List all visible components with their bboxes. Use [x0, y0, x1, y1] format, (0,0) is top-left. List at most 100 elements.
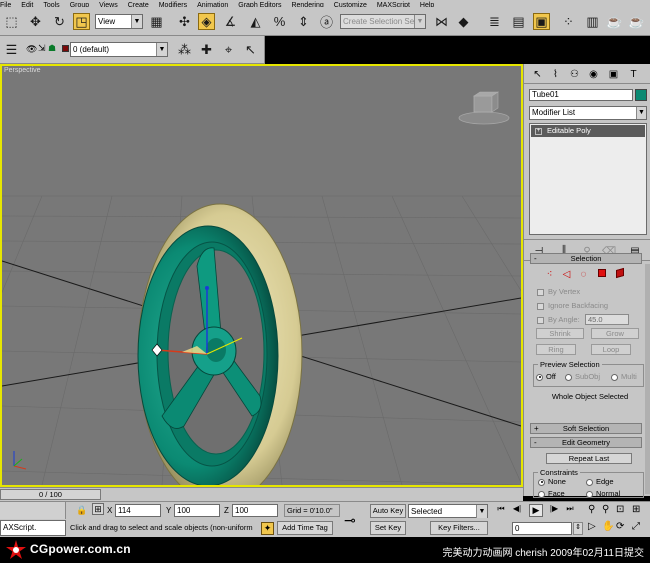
- constraint-none-radio[interactable]: None: [538, 477, 566, 486]
- set-current-layer-icon[interactable]: ↖: [242, 41, 259, 58]
- arc-rotate-icon[interactable]: ⟳: [616, 521, 624, 532]
- render-frame-icon[interactable]: ☕: [606, 13, 623, 30]
- zoom-extents-all-icon[interactable]: ⊞: [632, 504, 640, 515]
- schematic-view-icon[interactable]: ▣: [533, 13, 550, 30]
- constraint-face-radio[interactable]: Face: [538, 489, 565, 498]
- named-selection-icon[interactable]: ⓐ: [318, 13, 335, 30]
- hierarchy-tab-icon[interactable]: ⚇: [567, 67, 582, 82]
- current-frame-field[interactable]: 0: [512, 522, 572, 535]
- eye-icon[interactable]: 👁: [26, 44, 37, 55]
- stack-item-editable-poly[interactable]: + Editable Poly: [531, 125, 645, 137]
- create-new-layer-icon[interactable]: ⁂: [176, 41, 193, 58]
- modify-tab-icon[interactable]: ⌇: [548, 67, 563, 82]
- field-of-view-icon[interactable]: ▷: [588, 521, 596, 532]
- constraint-edge-radio[interactable]: Edge: [586, 477, 614, 486]
- wheel-model[interactable]: [137, 203, 303, 485]
- ring-button[interactable]: Ring: [536, 344, 576, 355]
- utilities-tab-icon[interactable]: T: [626, 67, 641, 82]
- add-time-tag-button[interactable]: Add Time Tag: [277, 521, 333, 535]
- time-configuration-icon[interactable]: ⇕: [573, 522, 583, 535]
- select-in-layer-icon[interactable]: ⌖: [220, 41, 237, 58]
- selection-rollout-header[interactable]: - Selection: [530, 253, 642, 264]
- repeat-last-button[interactable]: Repeat Last: [546, 453, 632, 464]
- lock-selection-icon[interactable]: 🔒: [76, 505, 87, 516]
- shrink-button[interactable]: Shrink: [536, 328, 584, 339]
- create-tab-icon[interactable]: ↖: [530, 67, 545, 82]
- y-coordinate-field[interactable]: 100: [174, 504, 220, 517]
- maximize-viewport-icon[interactable]: ⤢: [632, 521, 640, 532]
- angle-snap-icon[interactable]: ∡: [222, 13, 239, 30]
- preview-off-radio[interactable]: Off: [536, 372, 556, 381]
- render-setup-icon[interactable]: ▥: [584, 13, 601, 30]
- key-selection-dropdown[interactable]: Selected ▼: [408, 504, 488, 518]
- soft-selection-rollout-header[interactable]: + Soft Selection: [530, 423, 642, 434]
- by-angle-checkbox[interactable]: By Angle:: [537, 315, 580, 324]
- preview-multi-radio[interactable]: Multi: [611, 372, 637, 381]
- spinner-snap-icon[interactable]: ⇕: [295, 13, 312, 30]
- absolute-mode-icon[interactable]: ⊞: [92, 503, 104, 515]
- pan-view-icon[interactable]: ✋: [602, 521, 614, 532]
- motion-tab-icon[interactable]: ◉: [586, 67, 601, 82]
- layer-dropdown[interactable]: 0 (default) ▼: [70, 42, 168, 57]
- zoom-icon[interactable]: ⚲: [588, 504, 595, 515]
- quick-render-icon[interactable]: ☕: [628, 13, 645, 30]
- go-to-start-icon[interactable]: ⏮: [494, 504, 508, 517]
- constraint-normal-radio[interactable]: Normal: [586, 489, 620, 498]
- layer-manager-icon[interactable]: ≣: [486, 13, 503, 30]
- mirror-icon[interactable]: ⋈: [433, 13, 450, 30]
- x-coordinate-field[interactable]: 114: [115, 504, 161, 517]
- modifier-list-dropdown[interactable]: Modifier List ▼: [529, 106, 647, 120]
- preview-subobj-radio[interactable]: SubObj: [565, 372, 600, 381]
- loop-button[interactable]: Loop: [591, 344, 631, 355]
- percent-snap-icon[interactable]: ◭: [247, 13, 264, 30]
- maxscript-listener[interactable]: AXScript.: [0, 520, 66, 536]
- play-icon[interactable]: ▶: [529, 504, 543, 517]
- align-icon[interactable]: ◆: [455, 13, 472, 30]
- key-filters-button[interactable]: Key Filters...: [430, 521, 488, 535]
- select-and-rotate-icon[interactable]: ↻: [51, 13, 68, 30]
- time-tag-icon[interactable]: ✦: [261, 522, 274, 535]
- set-key-button[interactable]: Set Key: [370, 521, 406, 535]
- reference-coordinate-dropdown[interactable]: View ▼: [95, 14, 143, 29]
- object-color-swatch[interactable]: [635, 89, 647, 101]
- element-icon[interactable]: [614, 267, 625, 280]
- display-tab-icon[interactable]: ▣: [606, 67, 621, 82]
- angle-spinner[interactable]: 45.0: [585, 314, 629, 325]
- select-object-icon[interactable]: ⬚: [3, 13, 20, 30]
- expand-icon[interactable]: +: [535, 127, 542, 135]
- next-frame-icon[interactable]: |▶: [547, 504, 561, 517]
- snap-toggle-icon[interactable]: ◈: [198, 13, 215, 30]
- border-icon[interactable]: ◌: [578, 269, 589, 280]
- time-slider[interactable]: 0 / 100: [0, 487, 523, 501]
- select-and-manipulate-icon[interactable]: ✣: [176, 13, 193, 30]
- polygon-icon[interactable]: [596, 269, 607, 280]
- zoom-all-icon[interactable]: ⚲: [602, 504, 609, 515]
- time-slider-thumb[interactable]: 0 / 100: [0, 489, 101, 500]
- command-panel-scrollbar[interactable]: [645, 264, 650, 494]
- render-teapot-icon[interactable]: ☗: [48, 43, 56, 54]
- material-editor-icon[interactable]: ⁘: [560, 13, 577, 30]
- select-and-scale-icon[interactable]: ◳: [73, 13, 90, 30]
- layer-color-swatch[interactable]: [62, 45, 69, 52]
- zoom-extents-icon[interactable]: ⊡: [616, 504, 624, 515]
- curve-editor-icon[interactable]: ▤: [510, 13, 527, 30]
- edit-geometry-rollout-header[interactable]: - Edit Geometry: [530, 437, 642, 448]
- grow-button[interactable]: Grow: [591, 328, 639, 339]
- percent-snap-toggle-icon[interactable]: %: [271, 13, 288, 30]
- freeze-icon[interactable]: ⇲: [38, 43, 46, 54]
- go-to-end-icon[interactable]: ⏭: [563, 504, 577, 517]
- ignore-backfacing-checkbox[interactable]: Ignore Backfacing: [537, 301, 608, 310]
- pivot-center-icon[interactable]: ▦: [148, 13, 165, 30]
- named-selection-set-dropdown[interactable]: Create Selection Se ▼: [340, 14, 426, 29]
- auto-key-button[interactable]: Auto Key: [370, 504, 406, 518]
- by-vertex-checkbox[interactable]: By Vertex: [537, 287, 580, 296]
- vertex-icon[interactable]: ⁖: [544, 269, 555, 280]
- add-selection-to-layer-icon[interactable]: ✚: [198, 41, 215, 58]
- viewcube-icon[interactable]: [458, 91, 510, 125]
- select-and-move-icon[interactable]: ✥: [27, 13, 44, 30]
- script-mini-listener-top[interactable]: [0, 502, 66, 519]
- perspective-viewport[interactable]: Perspective: [0, 64, 523, 487]
- previous-frame-icon[interactable]: ◀|: [510, 504, 524, 517]
- z-coordinate-field[interactable]: 100: [232, 504, 278, 517]
- object-name-field[interactable]: Tube01: [529, 89, 633, 101]
